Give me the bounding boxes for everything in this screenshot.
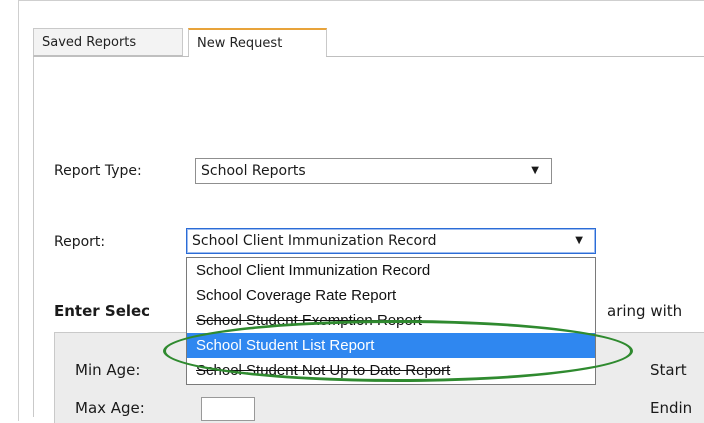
option-school-client-immunization-record[interactable]: School Client Immunization Record xyxy=(187,258,595,283)
enter-selection-heading: Enter Selec xyxy=(54,302,151,320)
max-age-label: Max Age: xyxy=(75,399,145,417)
report-type-select[interactable]: School Reports ▼ xyxy=(195,158,552,184)
max-age-input[interactable] xyxy=(201,397,255,421)
appearing-text: aring with xyxy=(607,302,683,320)
option-school-student-exemption-report[interactable]: School Student Exemption Report xyxy=(187,308,595,333)
tab-new-request[interactable]: New Request xyxy=(188,28,327,58)
report-dropdown-list: School Client Immunization Record School… xyxy=(186,257,596,385)
ending-date-label: Endin xyxy=(650,399,693,417)
chevron-down-icon: ▼ xyxy=(531,165,539,176)
option-school-student-list-report[interactable]: School Student List Report xyxy=(187,333,595,358)
tab-saved-reports[interactable]: Saved Reports xyxy=(33,28,183,56)
option-school-student-not-up-to-date-report[interactable]: School Student Not Up to Date Report xyxy=(187,358,595,383)
start-date-label: Start xyxy=(650,361,687,379)
report-select[interactable]: School Client Immunization Record ▼ xyxy=(186,228,596,254)
report-type-value: School Reports xyxy=(201,163,306,179)
report-type-label: Report Type: xyxy=(54,163,142,179)
report-value: School Client Immunization Record xyxy=(192,233,437,249)
option-school-coverage-rate-report[interactable]: School Coverage Rate Report xyxy=(187,283,595,308)
report-label: Report: xyxy=(54,234,106,250)
chevron-down-icon: ▼ xyxy=(575,235,583,246)
min-age-label: Min Age: xyxy=(75,361,141,379)
